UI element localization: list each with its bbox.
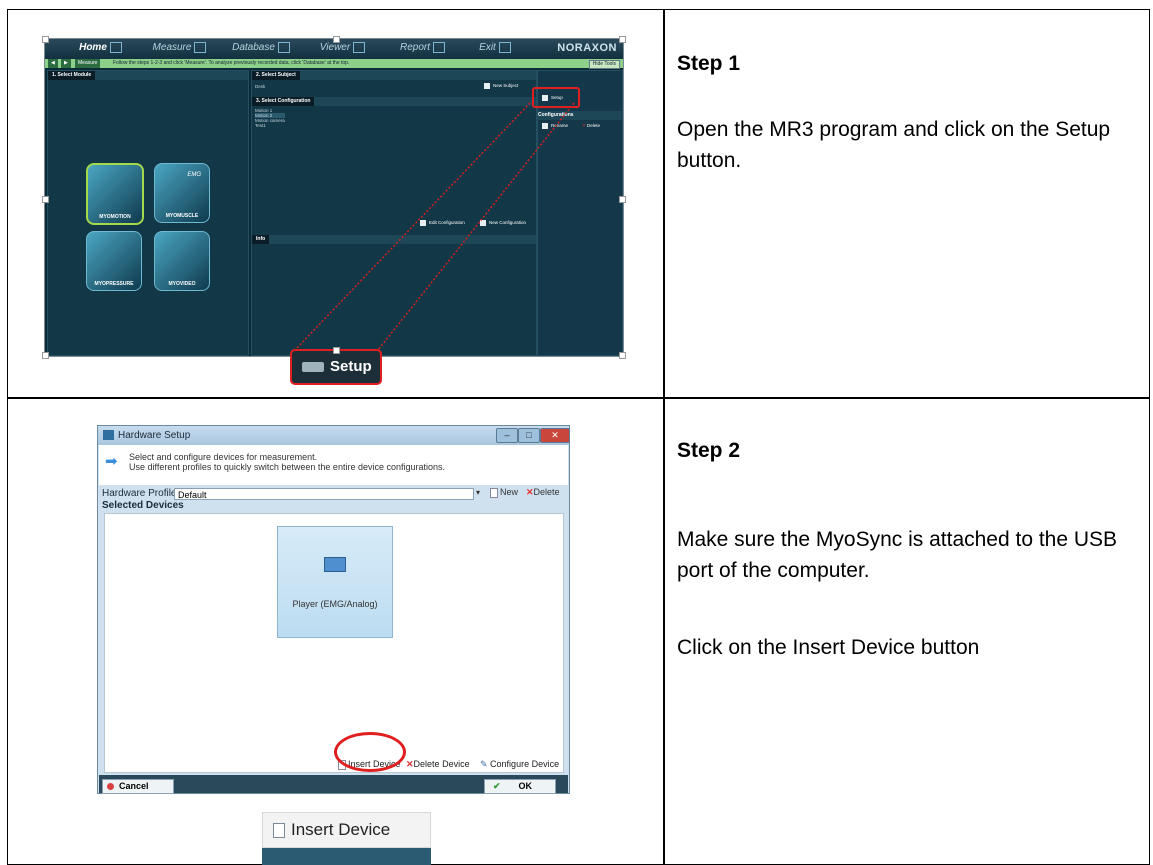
close-button[interactable]: ✕ (540, 428, 570, 443)
button-label: OK (518, 781, 533, 791)
dialog-title: Hardware Setup (118, 430, 191, 441)
dialog-description: ➡ Select and configure devices for measu… (99, 445, 568, 485)
ok-button[interactable]: ✔ OK (484, 779, 556, 794)
description-line: Select and configure devices for measure… (129, 452, 318, 462)
button-label: New (500, 487, 519, 497)
cancel-button[interactable]: Cancel (102, 779, 174, 794)
insert-device-highlight (334, 732, 406, 772)
hardware-setup-dialog: Hardware Setup – □ ✕ ➡ Select and config… (97, 425, 570, 794)
setup-callout-label: Setup (330, 358, 372, 375)
delete-profile-button[interactable]: ✕Delete (526, 487, 560, 498)
configure-device-button[interactable]: ✎ Configure Device (480, 759, 559, 770)
step1-title: Step 1 (677, 52, 741, 75)
insert-callout-label: Insert Device (291, 820, 391, 839)
description-line: Use different profiles to quickly switch… (129, 462, 446, 472)
button-label: Cancel (119, 781, 149, 791)
chevron-down-icon[interactable]: ▾ (476, 488, 480, 497)
button-label: Delete (533, 487, 560, 497)
device-icon (324, 557, 346, 572)
insert-device-zoom: Insert Device (262, 812, 431, 848)
minimize-button[interactable]: – (496, 428, 518, 443)
insert-device-callout: Insert Device (262, 812, 431, 865)
arrow-right-icon: ➡ (105, 453, 118, 470)
description-text: Select and configure devices for measure… (129, 452, 445, 472)
close-icon: ✕ (526, 487, 534, 497)
app-icon (103, 430, 114, 441)
hardware-profile-select[interactable]: Default (174, 488, 474, 500)
device-tile-player[interactable]: Player (EMG/Analog) (277, 526, 393, 638)
resize-handle (333, 347, 340, 354)
delete-device-button[interactable]: ✕Delete Device (406, 759, 470, 770)
button-label: Delete Device (413, 759, 470, 769)
step1-instruction: Open the MR3 program and click on the Se… (677, 118, 1111, 172)
setup-button-callout: Setup (290, 349, 382, 385)
device-label: Player (EMG/Analog) (292, 599, 378, 609)
step2-title: Step 2 (677, 439, 741, 462)
document-icon (490, 487, 498, 498)
wrench-icon: ✎ (480, 759, 491, 769)
step2-instruction: Make sure the MyoSync is attached to the… (677, 528, 1118, 582)
setup-icon (302, 362, 324, 372)
selected-devices-label: Selected Devices (102, 500, 184, 511)
callout-bar (262, 848, 431, 865)
close-icon: ✕ (406, 759, 414, 769)
button-label: Configure Device (490, 759, 560, 769)
document-icon (273, 823, 285, 839)
cancel-icon (107, 783, 114, 791)
step2-instruction-insert: Click on the Insert Device button (677, 636, 980, 659)
hardware-profile-label: Hardware Profile (102, 488, 177, 499)
maximize-button[interactable]: □ (518, 428, 540, 443)
selected-devices-area: Player (EMG/Analog) (104, 513, 564, 773)
new-profile-button[interactable]: New (490, 487, 518, 498)
check-icon: ✔ (493, 781, 501, 791)
